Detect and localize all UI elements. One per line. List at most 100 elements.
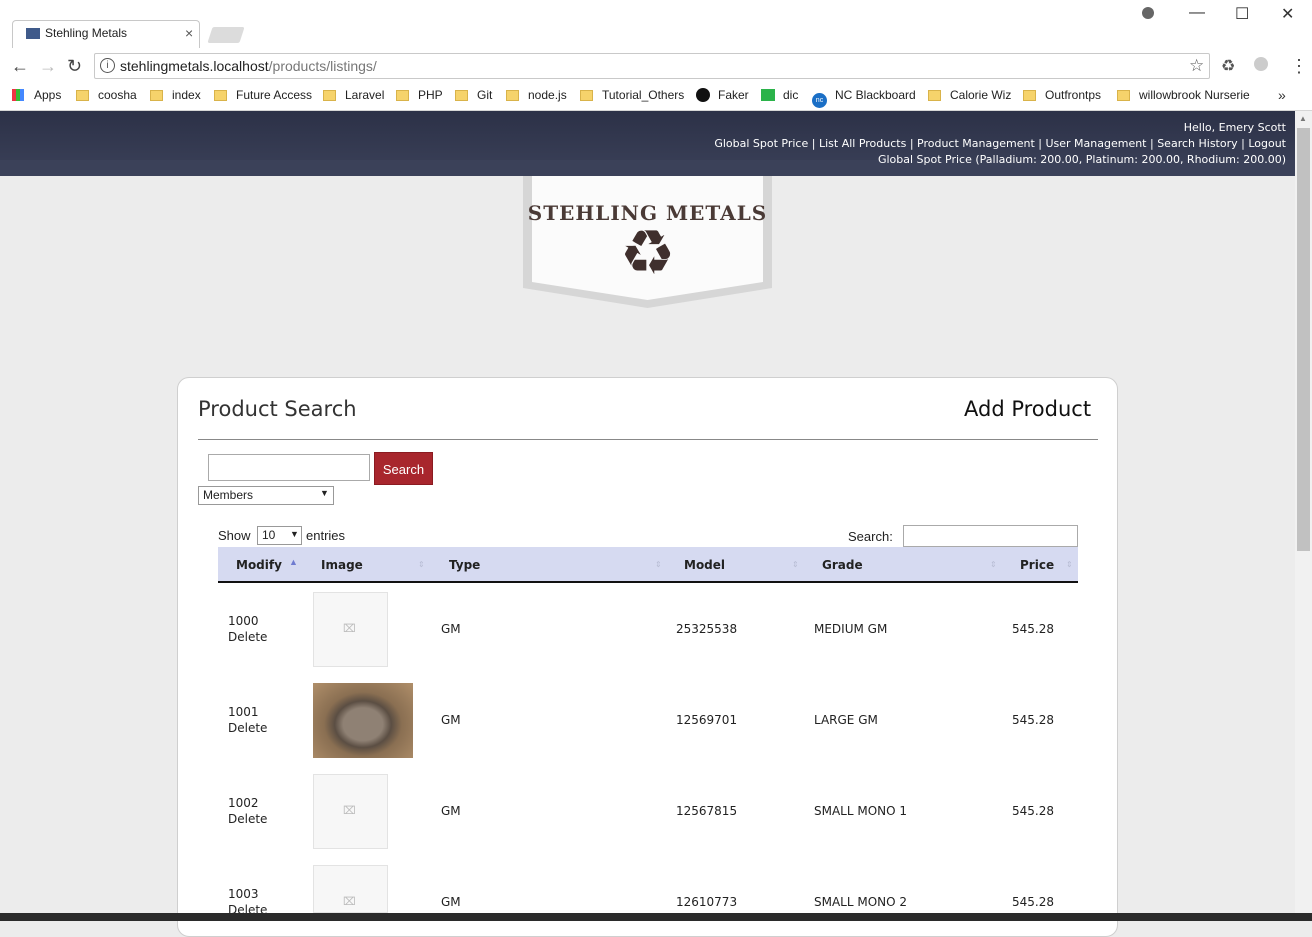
nav-user-management[interactable]: User Management xyxy=(1045,137,1146,150)
cell-grade: SMALL MONO 2 xyxy=(814,895,908,909)
cell-grade: LARGE GM xyxy=(814,713,878,727)
entries-label: entries xyxy=(306,528,346,543)
cell-type: GM xyxy=(441,804,461,818)
table-filter-label: Search: xyxy=(848,529,893,544)
delete-link[interactable]: Delete xyxy=(228,812,267,826)
column-header-model[interactable]: Model xyxy=(684,558,725,572)
scroll-thumb[interactable] xyxy=(1297,128,1310,551)
dropdown-arrow-icon: ▼ xyxy=(320,488,329,498)
add-product-link[interactable]: Add Product xyxy=(964,397,1091,421)
cell-grade: MEDIUM GM xyxy=(814,622,888,636)
forward-arrow-icon[interactable]: → xyxy=(39,56,57,77)
reload-icon[interactable]: ↻ xyxy=(67,56,82,77)
nav-global-spot-price[interactable]: Global Spot Price xyxy=(714,137,808,150)
column-header-price[interactable]: Price xyxy=(1020,558,1054,572)
sort-both-icon: ⇕ xyxy=(792,560,799,569)
user-greeting: Hello, Emery Scott xyxy=(1183,121,1286,134)
cell-model: 12569701 xyxy=(676,713,738,727)
folder-icon xyxy=(1117,90,1130,101)
folder-icon xyxy=(580,90,593,101)
tab-title: Stehling Metals xyxy=(45,26,128,40)
row-id[interactable]: 1001 xyxy=(228,705,259,719)
folder-icon xyxy=(506,90,519,101)
close-window-button[interactable]: ✕ xyxy=(1281,4,1294,24)
bookmark-faker[interactable]: Faker xyxy=(696,88,749,102)
nav-search-history[interactable]: Search History xyxy=(1157,137,1237,150)
sort-both-icon: ⇕ xyxy=(1066,560,1073,569)
delete-link[interactable]: Delete xyxy=(228,630,267,644)
row-id[interactable]: 1002 xyxy=(228,796,259,810)
profile-icon[interactable] xyxy=(1142,7,1154,19)
url-text[interactable]: stehlingmetals.localhost/products/listin… xyxy=(120,58,377,74)
info-icon[interactable]: i xyxy=(100,58,115,73)
bookmark-outfrontps[interactable]: Outfrontps xyxy=(1023,88,1101,102)
folder-icon xyxy=(928,90,941,101)
sort-both-icon: ⇕ xyxy=(418,560,425,569)
bookmark-star-icon[interactable]: ☆ xyxy=(1189,56,1204,76)
column-header-type[interactable]: Type xyxy=(449,558,480,572)
cell-price: 545.28 xyxy=(1012,622,1054,636)
bookmark-git[interactable]: Git xyxy=(455,88,492,102)
row-id[interactable]: 1003 xyxy=(228,887,259,901)
recycle-icon: ♻ xyxy=(620,216,676,289)
scroll-up-icon[interactable]: ▲ xyxy=(1299,114,1307,123)
broken-image-icon: ⌧ xyxy=(343,896,356,908)
logo-badge[interactable]: STEHLING METALS ♻ xyxy=(523,176,772,308)
nav-logout[interactable]: Logout xyxy=(1248,137,1286,150)
nav-separator: | xyxy=(808,137,819,150)
github-icon xyxy=(696,88,710,102)
cell-model: 25325538 xyxy=(676,622,738,636)
maximize-button[interactable]: ☐ xyxy=(1235,4,1249,24)
column-header-image[interactable]: Image xyxy=(321,558,363,572)
folder-icon xyxy=(396,90,409,101)
new-tab-button[interactable] xyxy=(207,27,245,43)
cell-model: 12567815 xyxy=(676,804,738,818)
bookmark-nc-blackboard[interactable]: nc NC Blackboard xyxy=(812,88,916,108)
bookmark-willowbrook[interactable]: willowbrook Nurserie xyxy=(1117,88,1254,102)
nav-separator: | xyxy=(1237,137,1249,150)
page-title: Product Search xyxy=(198,397,357,421)
bookmark-php[interactable]: PHP xyxy=(396,88,443,102)
kebab-menu-icon[interactable]: ⋮ xyxy=(1290,56,1308,77)
column-header-grade[interactable]: Grade xyxy=(822,558,863,572)
bookmarks-overflow-icon[interactable]: » xyxy=(1278,87,1286,103)
delete-link[interactable]: Delete xyxy=(228,903,267,913)
extension-icon[interactable] xyxy=(1254,57,1268,71)
bookmark-laravel[interactable]: Laravel xyxy=(323,88,384,102)
column-header-modify[interactable]: Modify xyxy=(236,558,282,572)
minimize-button[interactable]: — xyxy=(1189,4,1205,22)
delete-link[interactable]: Delete xyxy=(228,721,267,735)
back-arrow-icon[interactable]: ← xyxy=(11,56,29,77)
sort-both-icon: ⇕ xyxy=(655,560,662,569)
bookmark-apps[interactable]: Apps xyxy=(12,88,61,102)
bookmark-nodejs[interactable]: node.js xyxy=(506,88,567,102)
search-button[interactable]: Search xyxy=(374,452,433,485)
product-photo-converter[interactable] xyxy=(313,683,413,758)
close-tab-icon[interactable]: × xyxy=(185,25,193,41)
row-id[interactable]: 1000 xyxy=(228,614,259,628)
folder-icon xyxy=(455,90,468,101)
cell-type: GM xyxy=(441,713,461,727)
folder-icon xyxy=(323,90,336,101)
dict-icon xyxy=(761,89,775,101)
nav-product-management[interactable]: Product Management xyxy=(917,137,1035,150)
cell-price: 545.28 xyxy=(1012,713,1054,727)
bookmark-future-access[interactable]: Future Access xyxy=(214,88,312,102)
sort-both-icon: ⇕ xyxy=(990,560,997,569)
bookmark-index[interactable]: index xyxy=(150,88,201,102)
bookmark-calorie-wiz[interactable]: Calorie Wiz xyxy=(928,88,1011,102)
bookmark-tutorial-others[interactable]: Tutorial_Others xyxy=(580,88,684,102)
recycle-extension-icon[interactable]: ♻ xyxy=(1221,56,1235,76)
cell-model: 12610773 xyxy=(676,895,738,909)
folder-icon xyxy=(1023,90,1036,101)
nc-icon: nc xyxy=(812,93,827,108)
folder-icon xyxy=(150,90,163,101)
table-filter-input[interactable] xyxy=(903,525,1078,547)
search-input[interactable] xyxy=(208,454,370,481)
cell-price: 545.28 xyxy=(1012,895,1054,909)
bookmark-dic[interactable]: dic xyxy=(761,88,798,102)
member-filter-select[interactable]: Members xyxy=(198,486,334,505)
nav-list-all-products[interactable]: List All Products xyxy=(819,137,906,150)
bookmark-coosha[interactable]: coosha xyxy=(76,88,137,102)
flag-favicon-icon xyxy=(26,28,40,39)
